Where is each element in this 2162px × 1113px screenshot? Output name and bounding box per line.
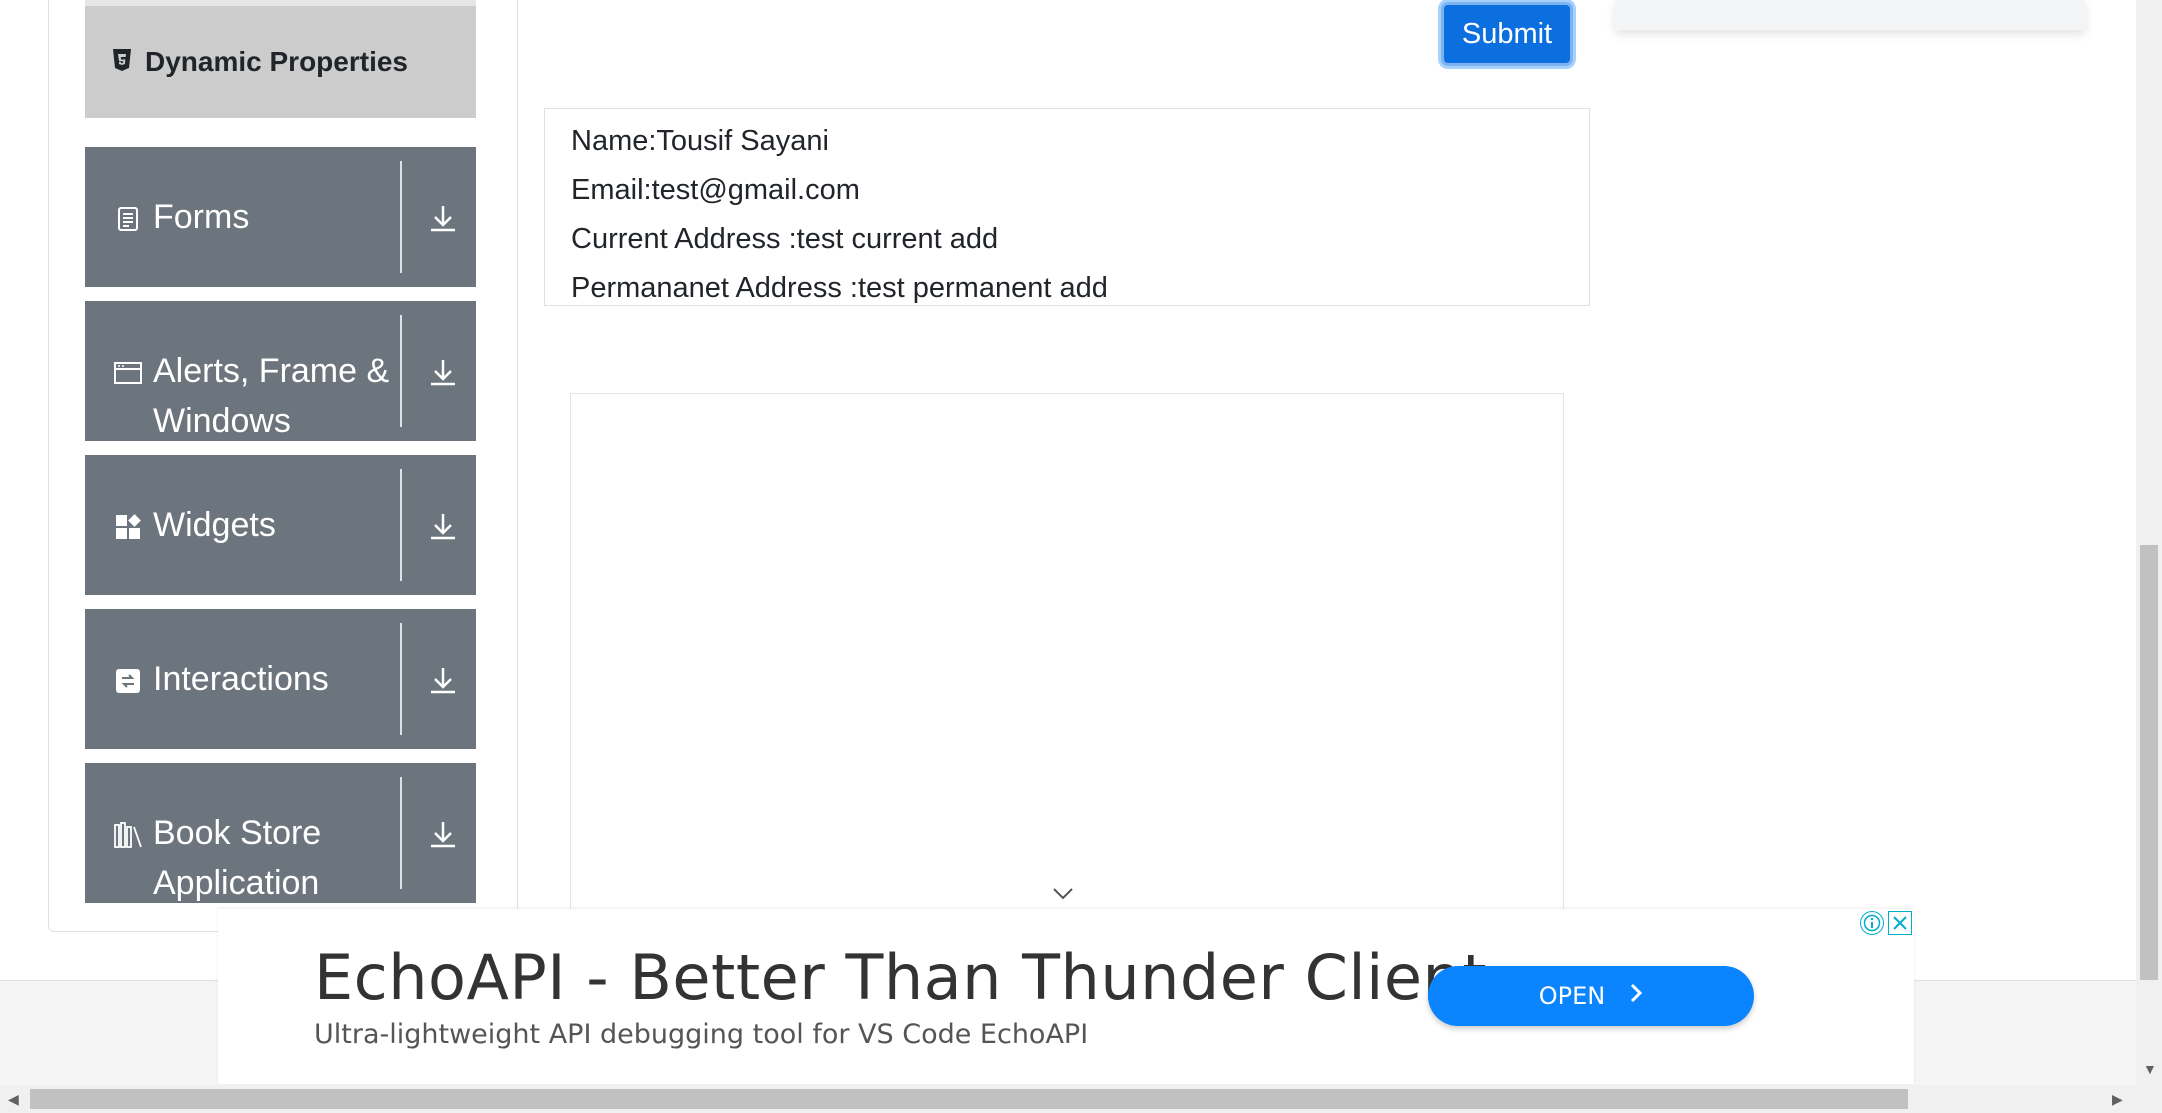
vertical-scroll-thumb[interactable] (2140, 545, 2158, 980)
scroll-left-arrow-icon[interactable]: ◀ (8, 1092, 19, 1106)
group-divider (400, 623, 402, 735)
scroll-down-arrow-icon[interactable]: ▼ (2143, 1062, 2157, 1076)
nav-group-label: Interactions (153, 660, 329, 698)
info-icon[interactable] (1860, 911, 1884, 935)
group-divider (400, 315, 402, 427)
submit-button[interactable]: Submit (1441, 2, 1573, 66)
sidebar-item-label: Dynamic Properties (145, 46, 408, 77)
scroll-right-arrow-icon[interactable]: ▶ (2112, 1092, 2123, 1106)
ad-open-label: OPEN (1538, 982, 1606, 1010)
download-arrow-icon[interactable] (428, 819, 458, 849)
nav-group-widgets[interactable]: Widgets (85, 455, 476, 595)
download-arrow-icon[interactable] (428, 203, 458, 233)
group-divider (400, 777, 402, 889)
widgets-icon (113, 512, 143, 542)
nav-group-label: Forms (153, 198, 250, 236)
group-divider (400, 469, 402, 581)
chevron-down-icon[interactable] (1050, 880, 1076, 906)
vertical-scrollbar[interactable]: ▼ (2136, 0, 2162, 1085)
output-name: Name:Tousif Sayani (571, 125, 829, 157)
download-arrow-icon[interactable] (428, 511, 458, 541)
chevron-right-icon (1629, 982, 1643, 1010)
horizontal-scrollbar[interactable]: ◀ ▶ (0, 1085, 2162, 1113)
interactions-icon (113, 666, 143, 696)
window-icon (113, 358, 143, 388)
output-panel: Name:Tousif Sayani Email:test@gmail.com … (544, 108, 1590, 306)
sidebar-item-dynamic-properties[interactable]: Dynamic Properties (85, 6, 476, 118)
embedded-ad-frame (570, 393, 1564, 913)
nav-group-interactions[interactable]: Interactions (85, 609, 476, 749)
books-icon (113, 820, 143, 850)
horizontal-scroll-thumb[interactable] (30, 1089, 1908, 1109)
download-arrow-icon[interactable] (428, 357, 458, 387)
nav-group-book-store-application[interactable]: Book Store Application (85, 763, 476, 903)
nav-group-forms[interactable]: Forms (85, 147, 476, 287)
html5-icon (111, 48, 133, 77)
download-arrow-icon[interactable] (428, 665, 458, 695)
output-current-address: Current Address :test current add (571, 223, 999, 255)
nav-group-label: Widgets (153, 506, 276, 544)
output-permanent-address: Permananet Address :test permanent add (571, 272, 1108, 304)
ad-title[interactable]: EchoAPI - Better Than Thunder Client (314, 941, 1487, 1014)
close-icon[interactable] (1888, 911, 1912, 935)
ad-subtitle: Ultra-lightweight API debugging tool for… (314, 1019, 1089, 1050)
document-icon (113, 204, 143, 234)
output-email: Email:test@gmail.com (571, 174, 860, 206)
nav-group-alerts-frame-windows[interactable]: Alerts, Frame & Windows (85, 301, 476, 441)
ad-open-button[interactable]: OPEN (1428, 966, 1754, 1026)
group-divider (400, 161, 402, 273)
nav-group-label: Book Store Application (153, 814, 322, 902)
side-banner-image (1615, 0, 2085, 30)
ad-banner[interactable]: EchoAPI - Better Than Thunder Client Ult… (218, 909, 1914, 1084)
nav-group-label: Alerts, Frame & Windows (153, 352, 390, 440)
